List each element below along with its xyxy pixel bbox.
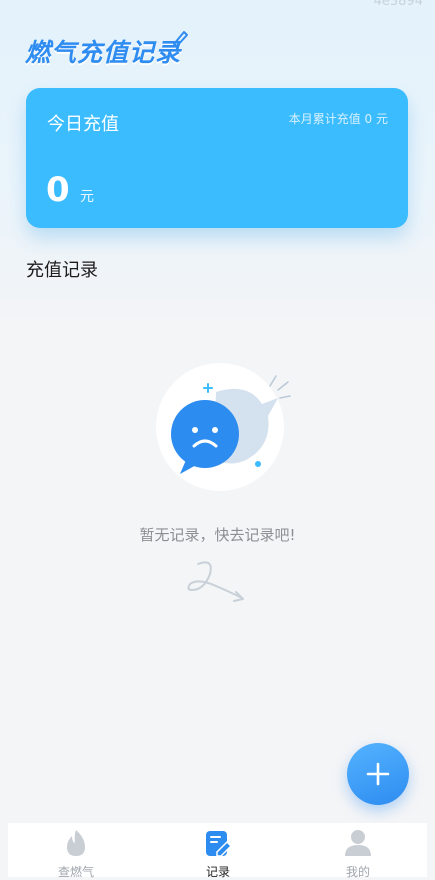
section-title: 充值记录 (26, 260, 98, 281)
curved-arrow-icon (187, 561, 244, 602)
flame-icon (67, 830, 85, 856)
today-amount: 0 (46, 170, 70, 210)
tab-label-gas: 查燃气 (57, 865, 94, 879)
page-title: 燃气充值记录 (25, 38, 182, 67)
month-summary: 本月累计充值 0 元 (288, 112, 388, 126)
tab-mine[interactable]: 我的 (298, 823, 418, 879)
amount-unit: 元 (80, 189, 94, 205)
tab-label-mine: 我的 (345, 865, 370, 879)
tab-gas[interactable]: 查燃气 (16, 823, 136, 879)
build-hash: 4e3894 (373, 0, 423, 9)
add-record-button[interactable] (347, 743, 409, 805)
user-icon (345, 830, 371, 856)
empty-message: 暂无记录，快去记录吧! (139, 526, 296, 544)
tab-records[interactable]: 记录 (158, 823, 278, 879)
empty-sad-face-icon (156, 363, 291, 491)
plus-icon (366, 762, 390, 786)
card-label: 今日充值 (47, 114, 119, 135)
bottom-tab-bar: 查燃气 记录 我的 (8, 823, 427, 879)
today-recharge-card: 今日充值 本月累计充值 0 元 0 元 (26, 88, 408, 228)
note-edit-icon (206, 831, 233, 857)
tab-label-records: 记录 (205, 865, 230, 879)
pen-icon (173, 31, 188, 47)
